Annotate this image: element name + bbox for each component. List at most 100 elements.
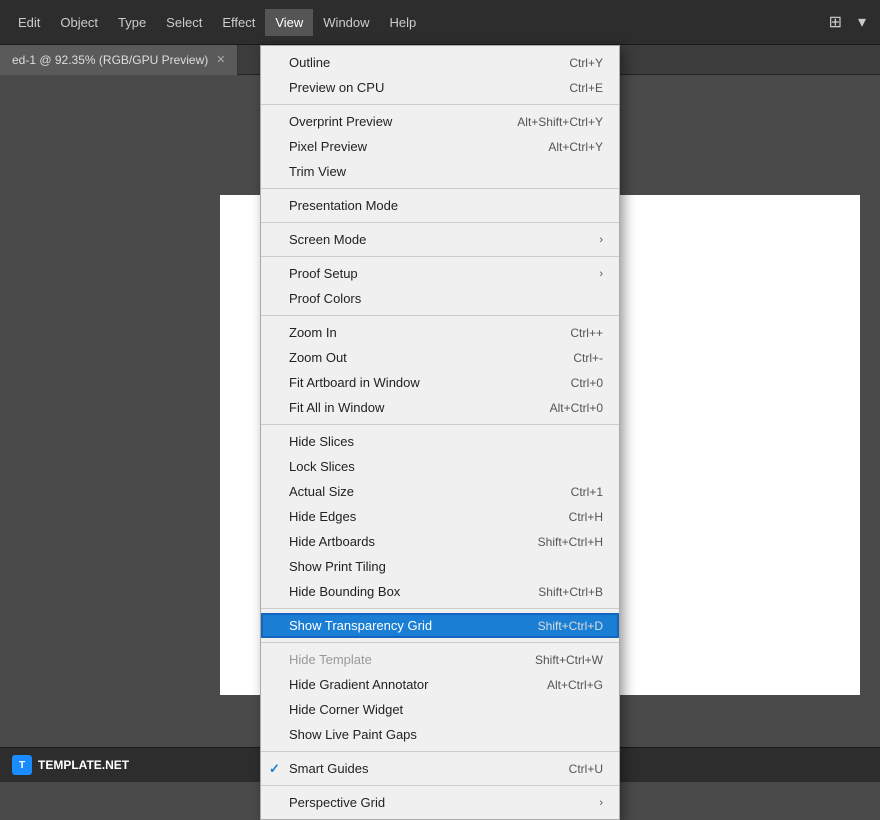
menu-bar: Edit Object Type Select Effect View Wind…: [0, 0, 880, 45]
menu-item-overprint-shortcut: Alt+Shift+Ctrl+Y: [517, 115, 603, 129]
menu-item-hide-gradient[interactable]: Hide Gradient Annotator Alt+Ctrl+G: [261, 672, 619, 697]
menu-section-2: Overprint Preview Alt+Shift+Ctrl+Y Pixel…: [261, 105, 619, 189]
menu-item-outline-shortcut: Ctrl+Y: [569, 56, 603, 70]
menu-item-outline-label: Outline: [289, 55, 330, 70]
menu-item-hide-edges-shortcut: Ctrl+H: [569, 510, 603, 524]
menu-item-screen-mode-label: Screen Mode: [289, 232, 366, 247]
menu-item-screen-mode[interactable]: Screen Mode ›: [261, 227, 619, 252]
menu-object[interactable]: Object: [50, 9, 108, 36]
menu-item-smart-guides[interactable]: ✓ Smart Guides Ctrl+U: [261, 756, 619, 781]
menu-item-lock-slices[interactable]: Lock Slices: [261, 454, 619, 479]
menu-section-5: Proof Setup › Proof Colors: [261, 257, 619, 316]
menu-item-fit-artboard-shortcut: Ctrl+0: [571, 376, 603, 390]
view-dropdown-menu: Outline Ctrl+Y Preview on CPU Ctrl+E Ove…: [260, 45, 620, 820]
menu-item-hide-edges-label: Hide Edges: [289, 509, 356, 524]
menu-item-lock-slices-label: Lock Slices: [289, 459, 355, 474]
menu-item-presentation-label: Presentation Mode: [289, 198, 398, 213]
menu-item-overprint[interactable]: Overprint Preview Alt+Shift+Ctrl+Y: [261, 109, 619, 134]
menu-item-show-live-paint[interactable]: Show Live Paint Gaps: [261, 722, 619, 747]
menu-item-hide-bounding-box-shortcut: Shift+Ctrl+B: [538, 585, 603, 599]
menu-item-show-print-tiling[interactable]: Show Print Tiling: [261, 554, 619, 579]
menu-section-3: Presentation Mode: [261, 189, 619, 223]
menu-section-10: ✓ Smart Guides Ctrl+U: [261, 752, 619, 786]
menu-item-zoom-in[interactable]: Zoom In Ctrl++: [261, 320, 619, 345]
menu-window[interactable]: Window: [313, 9, 379, 36]
menu-item-show-print-tiling-label: Show Print Tiling: [289, 559, 386, 574]
menu-item-pixel-shortcut: Alt+Ctrl+Y: [548, 140, 603, 154]
menu-item-hide-corner-label: Hide Corner Widget: [289, 702, 403, 717]
menu-item-preview-cpu-shortcut: Ctrl+E: [569, 81, 603, 95]
menu-item-outline[interactable]: Outline Ctrl+Y: [261, 50, 619, 75]
menu-item-proof-colors-label: Proof Colors: [289, 291, 361, 306]
menu-item-hide-gradient-label: Hide Gradient Annotator: [289, 677, 428, 692]
menu-section-7: Hide Slices Lock Slices Actual Size Ctrl…: [261, 425, 619, 609]
menu-item-show-live-paint-label: Show Live Paint Gaps: [289, 727, 417, 742]
tab-document[interactable]: ed-1 @ 92.35% (RGB/GPU Preview) ✕: [0, 45, 238, 75]
menu-item-overprint-label: Overprint Preview: [289, 114, 392, 129]
menu-effect[interactable]: Effect: [212, 9, 265, 36]
menu-item-hide-gradient-shortcut: Alt+Ctrl+G: [547, 678, 603, 692]
menu-item-hide-bounding-box[interactable]: Hide Bounding Box Shift+Ctrl+B: [261, 579, 619, 604]
menu-item-hide-edges[interactable]: Hide Edges Ctrl+H: [261, 504, 619, 529]
menu-item-fit-all[interactable]: Fit All in Window Alt+Ctrl+0: [261, 395, 619, 420]
menu-item-smart-guides-label: Smart Guides: [289, 761, 368, 776]
menu-item-hide-artboards-shortcut: Shift+Ctrl+H: [538, 535, 603, 549]
menu-item-zoom-out-label: Zoom Out: [289, 350, 347, 365]
perspective-grid-arrow-icon: ›: [599, 797, 603, 809]
menu-item-pixel-label: Pixel Preview: [289, 139, 367, 154]
menu-item-fit-all-shortcut: Alt+Ctrl+0: [550, 401, 603, 415]
tab-close-button[interactable]: ✕: [216, 53, 225, 66]
proof-setup-arrow-icon: ›: [599, 268, 603, 280]
menu-item-actual-size[interactable]: Actual Size Ctrl+1: [261, 479, 619, 504]
menu-item-proof-setup[interactable]: Proof Setup ›: [261, 261, 619, 286]
menu-section-1: Outline Ctrl+Y Preview on CPU Ctrl+E: [261, 46, 619, 105]
menu-item-hide-artboards[interactable]: Hide Artboards Shift+Ctrl+H: [261, 529, 619, 554]
dropdown-icon[interactable]: ▾: [852, 8, 872, 36]
menu-item-hide-slices-label: Hide Slices: [289, 434, 354, 449]
menu-item-fit-all-label: Fit All in Window: [289, 400, 384, 415]
menu-item-perspective-grid-label: Perspective Grid: [289, 795, 385, 810]
menu-item-hide-bounding-box-label: Hide Bounding Box: [289, 584, 400, 599]
menu-section-9: Hide Template Shift+Ctrl+W Hide Gradient…: [261, 643, 619, 752]
menu-item-smart-guides-shortcut: Ctrl+U: [569, 762, 603, 776]
menu-item-perspective-grid[interactable]: Perspective Grid ›: [261, 790, 619, 815]
menu-select[interactable]: Select: [156, 9, 212, 36]
menu-item-preview-cpu[interactable]: Preview on CPU Ctrl+E: [261, 75, 619, 100]
menu-item-preview-cpu-label: Preview on CPU: [289, 80, 384, 95]
logo-box: T: [12, 755, 32, 775]
menu-type[interactable]: Type: [108, 9, 156, 36]
menu-item-presentation[interactable]: Presentation Mode: [261, 193, 619, 218]
menu-item-zoom-out[interactable]: Zoom Out Ctrl+-: [261, 345, 619, 370]
menu-item-proof-setup-label: Proof Setup: [289, 266, 358, 281]
menu-item-transparency-label: Show Transparency Grid: [289, 618, 432, 633]
menu-help[interactable]: Help: [380, 9, 427, 36]
menu-section-8: Show Transparency Grid Shift+Ctrl+D: [261, 609, 619, 643]
menu-view[interactable]: View: [265, 9, 313, 36]
menu-item-hide-slices[interactable]: Hide Slices: [261, 429, 619, 454]
menu-item-transparency-shortcut: Shift+Ctrl+D: [538, 619, 603, 633]
grid-icon[interactable]: ⊞: [823, 8, 848, 36]
logo-text: TEMPLATE.NET: [38, 758, 129, 772]
menu-item-hide-artboards-label: Hide Artboards: [289, 534, 375, 549]
menu-item-actual-size-label: Actual Size: [289, 484, 354, 499]
smart-guides-check-icon: ✓: [269, 761, 280, 777]
menu-item-zoom-out-shortcut: Ctrl+-: [573, 351, 603, 365]
menu-item-fit-artboard-label: Fit Artboard in Window: [289, 375, 420, 390]
menu-item-trim[interactable]: Trim View: [261, 159, 619, 184]
menu-edit[interactable]: Edit: [8, 9, 50, 36]
menu-section-11: Perspective Grid ›: [261, 786, 619, 819]
menu-section-4: Screen Mode ›: [261, 223, 619, 257]
template-logo: T TEMPLATE.NET: [12, 755, 129, 775]
menu-section-6: Zoom In Ctrl++ Zoom Out Ctrl+- Fit Artbo…: [261, 316, 619, 425]
menu-item-hide-template[interactable]: Hide Template Shift+Ctrl+W: [261, 647, 619, 672]
menu-item-zoom-in-shortcut: Ctrl++: [570, 326, 603, 340]
menu-item-fit-artboard[interactable]: Fit Artboard in Window Ctrl+0: [261, 370, 619, 395]
menu-item-hide-corner[interactable]: Hide Corner Widget: [261, 697, 619, 722]
tab-label: ed-1 @ 92.35% (RGB/GPU Preview): [12, 53, 208, 67]
menu-item-show-transparency-grid[interactable]: Show Transparency Grid Shift+Ctrl+D: [261, 613, 619, 638]
screen-mode-arrow-icon: ›: [599, 234, 603, 246]
menu-item-pixel[interactable]: Pixel Preview Alt+Ctrl+Y: [261, 134, 619, 159]
menu-item-proof-colors[interactable]: Proof Colors: [261, 286, 619, 311]
logo-letter: T: [19, 760, 25, 771]
menu-item-trim-label: Trim View: [289, 164, 346, 179]
